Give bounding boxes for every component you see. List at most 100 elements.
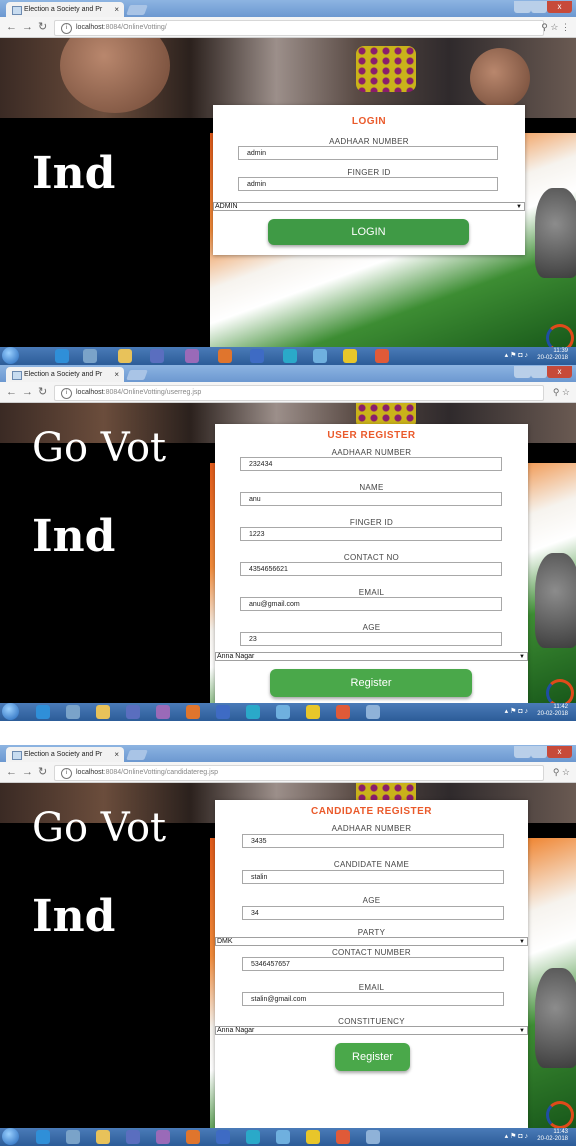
minimize-button[interactable] (514, 1, 531, 13)
close-window-button[interactable]: x (547, 366, 572, 378)
app-icon[interactable] (366, 705, 380, 719)
start-button[interactable] (2, 1128, 19, 1145)
app-icon[interactable] (313, 349, 327, 363)
finger-id-input[interactable]: 1223 (240, 527, 502, 541)
zoom-icon[interactable]: ⚲ (541, 22, 548, 32)
constituency-select[interactable]: Anna Nagar ▼ (215, 1026, 528, 1035)
maximize-button[interactable] (531, 366, 547, 378)
chrome-icon[interactable] (375, 349, 389, 363)
ie-icon[interactable] (36, 1130, 50, 1144)
new-tab-button[interactable] (126, 5, 148, 15)
app-icon[interactable] (306, 1130, 320, 1144)
explorer-icon[interactable] (96, 1130, 110, 1144)
info-icon[interactable]: i (61, 23, 72, 34)
aadhaar-input[interactable]: 3435 (242, 834, 504, 848)
chrome-icon[interactable] (336, 705, 350, 719)
folder-icon[interactable] (83, 349, 97, 363)
firefox-icon[interactable] (186, 1130, 200, 1144)
email-input[interactable]: anu@gmail.com (240, 597, 502, 611)
app-icon[interactable] (306, 705, 320, 719)
start-button[interactable] (2, 703, 19, 720)
candidate-name-input[interactable]: stalin (242, 870, 504, 884)
app-icon[interactable] (246, 705, 260, 719)
role-select[interactable]: ADMIN ▼ (213, 202, 525, 211)
tab-close-icon[interactable]: × (114, 747, 119, 762)
folder-icon[interactable] (66, 705, 80, 719)
forward-arrow-icon[interactable]: → (22, 385, 33, 399)
zoom-icon[interactable]: ⚲ (553, 387, 560, 397)
contact-number-input[interactable]: 5346457657 (242, 957, 504, 971)
maximize-button[interactable] (531, 1, 547, 13)
app-icon[interactable] (185, 349, 199, 363)
back-arrow-icon[interactable]: ← (6, 385, 17, 399)
contact-input[interactable]: 4354656621 (240, 562, 502, 576)
register-button[interactable]: Register (335, 1043, 410, 1071)
role-select-value: ADMIN (215, 203, 238, 210)
app-icon[interactable] (216, 705, 230, 719)
new-tab-button[interactable] (126, 370, 148, 380)
aadhaar-input[interactable]: 232434 (240, 457, 502, 471)
chrome-icon[interactable] (336, 1130, 350, 1144)
reload-icon[interactable]: ↻ (38, 385, 47, 399)
start-button[interactable] (2, 347, 19, 364)
app-icon[interactable] (283, 349, 297, 363)
star-icon[interactable]: ☆ (550, 22, 558, 32)
browser-tab[interactable]: Election a Society and Pr × (6, 367, 124, 382)
email-input[interactable]: stalin@gmail.com (242, 992, 504, 1006)
age-input[interactable]: 34 (242, 906, 504, 920)
info-icon[interactable]: i (61, 388, 72, 399)
field-label: AADHAAR NUMBER (331, 448, 412, 457)
party-select[interactable]: DMK ▼ (215, 937, 528, 946)
reload-icon[interactable]: ↻ (38, 765, 47, 779)
url-input[interactable]: i localhost:8084/OnlineVotting/candidater… (54, 765, 544, 781)
constituency-select[interactable]: Anna Nagar ▼ (215, 652, 528, 661)
media-icon[interactable] (150, 349, 164, 363)
ie-icon[interactable] (55, 349, 69, 363)
app-icon[interactable] (276, 705, 290, 719)
maximize-button[interactable] (531, 746, 547, 758)
app-icon[interactable] (216, 1130, 230, 1144)
ie-icon[interactable] (36, 705, 50, 719)
zoom-icon[interactable]: ⚲ (553, 767, 560, 777)
firefox-icon[interactable] (186, 705, 200, 719)
close-window-button[interactable]: x (547, 746, 572, 758)
back-arrow-icon[interactable]: ← (6, 765, 17, 779)
tab-close-icon[interactable]: × (114, 2, 119, 17)
menu-icon[interactable]: ⋮ (561, 22, 570, 32)
folder-icon[interactable] (66, 1130, 80, 1144)
app-icon[interactable] (343, 349, 357, 363)
explorer-icon[interactable] (96, 705, 110, 719)
back-arrow-icon[interactable]: ← (6, 20, 17, 34)
register-button[interactable]: Register (270, 669, 472, 697)
browser-tab[interactable]: Election a Society and Pr × (6, 2, 124, 17)
forward-arrow-icon[interactable]: → (22, 765, 33, 779)
media-icon[interactable] (126, 705, 140, 719)
app-icon[interactable] (366, 1130, 380, 1144)
browser-tab[interactable]: Election a Society and Pr × (6, 747, 124, 762)
name-input[interactable]: anu (240, 492, 502, 506)
app-icon[interactable] (156, 1130, 170, 1144)
explorer-icon[interactable] (118, 349, 132, 363)
media-icon[interactable] (126, 1130, 140, 1144)
star-icon[interactable]: ☆ (562, 767, 570, 777)
app-icon[interactable] (156, 705, 170, 719)
url-input[interactable]: i localhost:8084/OnlineVotting/ (54, 20, 544, 36)
close-window-button[interactable]: x (547, 1, 572, 13)
app-icon[interactable] (246, 1130, 260, 1144)
app-icon[interactable] (276, 1130, 290, 1144)
age-input[interactable]: 23 (240, 632, 502, 646)
info-icon[interactable]: i (61, 768, 72, 779)
finger-id-input[interactable]: admin (238, 177, 498, 191)
url-input[interactable]: i localhost:8084/OnlineVotting/userreg.js… (54, 385, 544, 401)
forward-arrow-icon[interactable]: → (22, 20, 33, 34)
tab-close-icon[interactable]: × (114, 367, 119, 382)
minimize-button[interactable] (514, 746, 531, 758)
aadhaar-input[interactable]: admin (238, 146, 498, 160)
star-icon[interactable]: ☆ (562, 387, 570, 397)
reload-icon[interactable]: ↻ (38, 20, 47, 34)
login-button[interactable]: LOGIN (268, 219, 469, 245)
app-icon[interactable] (250, 349, 264, 363)
firefox-icon[interactable] (218, 349, 232, 363)
minimize-button[interactable] (514, 366, 531, 378)
new-tab-button[interactable] (126, 750, 148, 760)
